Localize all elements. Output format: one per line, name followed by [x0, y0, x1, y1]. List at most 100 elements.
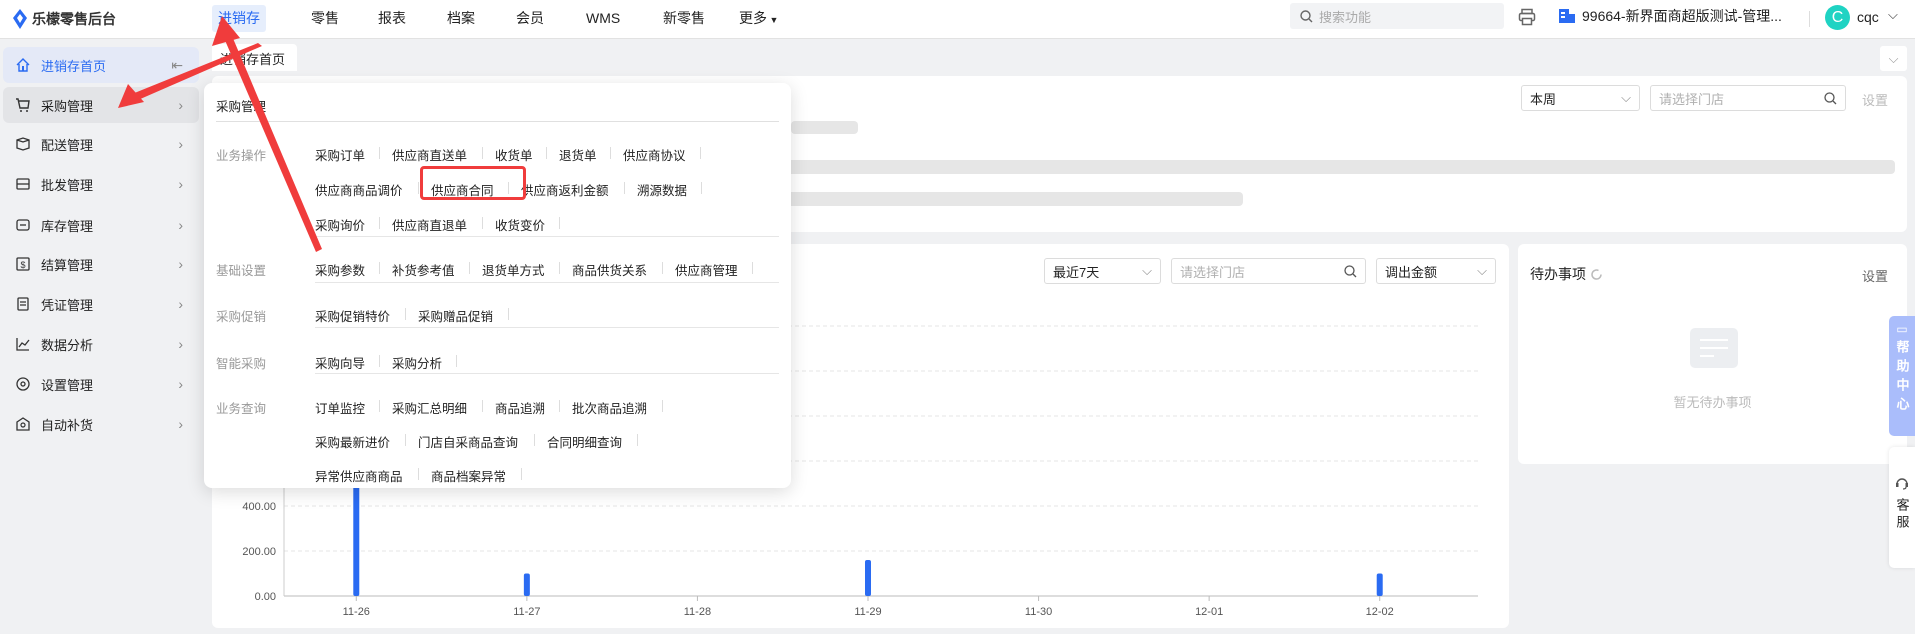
menu-item[interactable]: 溯源数据 [637, 180, 687, 199]
menu-item[interactable]: 供应商返利金额 [521, 180, 609, 199]
menu-separator [379, 355, 380, 367]
settings-link[interactable]: 设置 [1862, 90, 1888, 109]
nav-reports[interactable]: 报表 [372, 5, 412, 32]
menu-separator [546, 147, 547, 159]
menu-group-divider [315, 327, 779, 328]
sidebar-item-1[interactable]: 采购管理 › [3, 87, 199, 123]
search-input[interactable]: 搜索功能 [1290, 3, 1504, 29]
menu-item[interactable]: 商品供货关系 [572, 260, 647, 279]
sidebar-item-6[interactable]: 凭证管理 › [3, 286, 199, 322]
menu-item[interactable]: 采购询价 [315, 215, 365, 234]
store-switcher[interactable]: 99664-新界面商超版测试-管理... [1558, 6, 1782, 26]
chevron-right-icon: › [178, 97, 183, 113]
menu-item[interactable]: 异常供应商商品 [315, 466, 403, 485]
menu-item[interactable]: 供应商商品调价 [315, 180, 403, 199]
nav-wms[interactable]: WMS [580, 5, 626, 32]
nav-archives[interactable]: 档案 [441, 5, 481, 32]
menu-item[interactable]: 供应商直送单 [392, 145, 467, 164]
menu-item[interactable]: 收货变价 [495, 215, 545, 234]
menu-item[interactable]: 采购赠品促销 [418, 306, 493, 325]
menu-item[interactable]: 采购参数 [315, 260, 365, 279]
headset-icon [1896, 478, 1908, 490]
menu-group-label: 业务查询 [216, 402, 267, 416]
menu-separator [405, 434, 406, 446]
chevron-down-icon[interactable]: ⌵ [1888, 7, 1898, 23]
highlight-box [420, 166, 526, 200]
search-icon [1824, 91, 1837, 104]
sidebar-item-2[interactable]: 配送管理 › [3, 126, 199, 162]
menu-item[interactable]: 退货单 [559, 145, 597, 164]
menu-group-label: 采购促销 [216, 310, 267, 324]
menu-item[interactable]: 商品档案异常 [431, 466, 506, 485]
todo-settings-link[interactable]: 设置 [1862, 266, 1888, 285]
tab-home[interactable]: 进销存首页 [212, 44, 297, 71]
tabs-collapse-chevron-icon[interactable]: ⌵ [1880, 46, 1907, 71]
menu-item[interactable]: 采购分析 [392, 353, 442, 372]
refresh-icon[interactable] [1590, 268, 1603, 281]
sidebar-item-7[interactable]: 数据分析 › [3, 326, 199, 362]
nav-members[interactable]: 会员 [510, 5, 550, 32]
menu-item[interactable]: 退货单方式 [482, 260, 545, 279]
sidebar-item-label: 配送管理 [41, 137, 94, 153]
menu-item[interactable]: 供应商管理 [675, 260, 738, 279]
x-tick-label: 12-02 [1366, 606, 1394, 618]
menu-item[interactable]: 采购汇总明细 [392, 398, 467, 417]
bar-11-27[interactable] [523, 573, 530, 597]
help-center-button[interactable]: ▭ 帮助中心 [1889, 316, 1915, 436]
store-select-input[interactable]: 请选择门店 [1650, 85, 1846, 111]
period-select[interactable]: 本周 ⌵ [1521, 85, 1640, 111]
nav-jinxiaocun[interactable]: 进销存 [212, 5, 266, 32]
nav-more[interactable]: 更多 ▼ [733, 5, 784, 32]
sidebar-item-8[interactable]: 设置管理 › [3, 366, 199, 402]
inventory-icon [16, 219, 30, 231]
menu-item[interactable]: 供应商直退单 [392, 215, 467, 234]
customer-service-button[interactable]: 客服 [1889, 447, 1915, 568]
menu-item[interactable]: 批次商品追溯 [572, 398, 647, 417]
nav-new-retail[interactable]: 新零售 [657, 5, 711, 32]
user-name[interactable]: cqc [1857, 9, 1879, 25]
sidebar-item-0[interactable]: 进销存首页 ⇤ [3, 47, 199, 83]
todo-empty-text: 暂无待办事项 [1673, 395, 1752, 410]
menu-item[interactable]: 商品追溯 [495, 398, 545, 417]
menu-item[interactable]: 采购促销特价 [315, 306, 390, 325]
menu-separator [701, 182, 702, 194]
menu-group-divider [315, 282, 779, 283]
bar-12-02[interactable] [1376, 573, 1383, 597]
menu-separator [482, 400, 483, 412]
menu-separator [637, 434, 638, 446]
sidebar-item-label: 设置管理 [41, 377, 94, 393]
sidebar-item-5[interactable]: $ 结算管理 › [3, 246, 199, 282]
sidebar-item-label: 库存管理 [41, 218, 94, 234]
menu-item[interactable]: 合同明细查询 [547, 432, 622, 451]
menu-separator [508, 308, 509, 320]
menu-divider [216, 121, 779, 122]
menu-item[interactable]: 采购订单 [315, 145, 365, 164]
menu-item[interactable]: 收货单 [495, 145, 533, 164]
y-tick-label: 200.00 [242, 546, 276, 558]
menu-item[interactable]: 订单监控 [315, 398, 365, 417]
sidebar-item-label: 数据分析 [41, 337, 94, 353]
menu-separator [405, 308, 406, 320]
logo[interactable]: 乐檬零售后台 [12, 9, 116, 29]
bar-11-29[interactable] [865, 560, 871, 596]
menu-item[interactable]: 门店自采商品查询 [418, 432, 518, 451]
print-icon[interactable] [1518, 8, 1536, 26]
chevron-right-icon: › [178, 336, 183, 352]
skeleton-bar [791, 121, 858, 134]
menu-item[interactable]: 采购向导 [315, 353, 365, 372]
menu-item[interactable]: 供应商协议 [623, 145, 686, 164]
menu-separator [559, 400, 560, 412]
collapse-sidebar-icon[interactable]: ⇤ [171, 57, 183, 74]
menu-group-divider [315, 236, 779, 237]
empty-list-icon [1690, 328, 1738, 368]
chart-icon [16, 338, 30, 351]
period-value: 本周 [1530, 91, 1557, 107]
nav-retail[interactable]: 零售 [305, 5, 345, 32]
menu-item[interactable]: 补货参考值 [392, 260, 455, 279]
y-tick-label: 0.00 [255, 591, 276, 603]
sidebar-item-9[interactable]: 自动补货 › [3, 406, 199, 442]
menu-item[interactable]: 采购最新进价 [315, 432, 390, 451]
sidebar-item-4[interactable]: 库存管理 › [3, 207, 199, 243]
avatar[interactable]: C [1825, 5, 1850, 30]
sidebar-item-3[interactable]: 批发管理 › [3, 166, 199, 202]
